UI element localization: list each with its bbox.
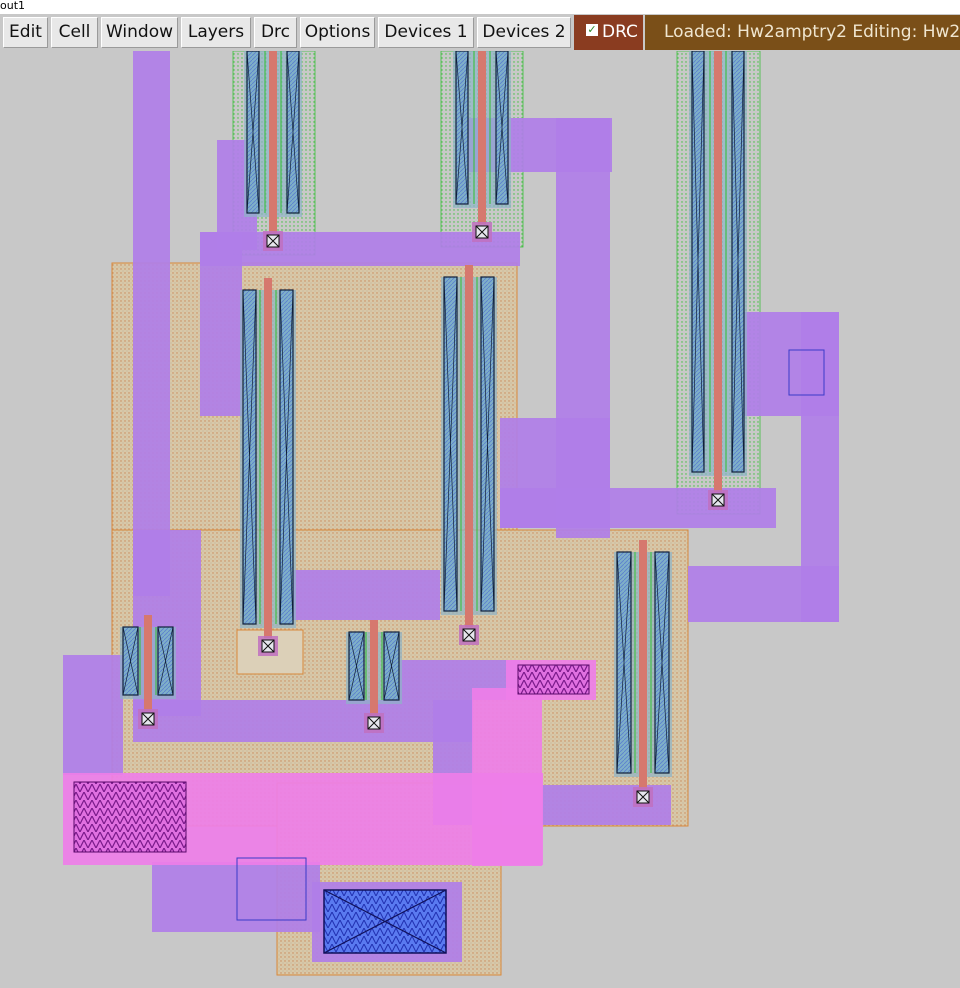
menu-devices2-button[interactable]: Devices 2 xyxy=(477,17,571,48)
metal1-wire[interactable] xyxy=(63,655,123,775)
poly-gate[interactable] xyxy=(714,51,722,492)
window-title: out1 xyxy=(0,0,960,14)
metal1-wire[interactable] xyxy=(152,862,320,932)
poly-gate[interactable] xyxy=(465,265,473,627)
metal1-wire[interactable] xyxy=(688,566,839,622)
poly-gate[interactable] xyxy=(639,540,647,789)
metal1-wire[interactable] xyxy=(290,570,440,620)
menu-window-button[interactable]: Window xyxy=(101,17,178,48)
poly-gate[interactable] xyxy=(269,51,277,233)
toolbar: Edit Cell Window Layers Drc Options Devi… xyxy=(0,14,960,51)
menu-layers-button[interactable]: Layers xyxy=(181,17,251,48)
drc-toggle-label: DRC xyxy=(602,22,638,42)
poly-gate[interactable] xyxy=(478,51,486,224)
drc-toggle[interactable]: ✓ DRC xyxy=(574,15,643,50)
poly-gate[interactable] xyxy=(370,620,378,715)
metal1-wire[interactable] xyxy=(133,700,473,742)
menu-edit-button[interactable]: Edit xyxy=(3,17,48,48)
pad-large-left[interactable] xyxy=(73,781,187,853)
pad-small-right[interactable] xyxy=(517,664,590,695)
poly-gate[interactable] xyxy=(144,615,152,711)
metal2-wire[interactable] xyxy=(472,688,542,866)
metal1-wire[interactable] xyxy=(500,488,776,528)
layout-canvas[interactable] xyxy=(0,51,960,988)
menu-options-button[interactable]: Options xyxy=(300,17,375,48)
metal1-wire[interactable] xyxy=(133,51,170,596)
status-bar: Loaded: Hw2amptry2 Editing: Hw2amptry2 xyxy=(645,15,960,50)
poly-gate[interactable] xyxy=(264,278,272,638)
checkbox-icon[interactable]: ✓ xyxy=(586,24,598,36)
menu-cell-button[interactable]: Cell xyxy=(51,17,98,48)
metal1-wire[interactable] xyxy=(200,232,242,416)
menu-drc-button[interactable]: Drc xyxy=(254,17,297,48)
menu-devices1-button[interactable]: Devices 1 xyxy=(378,17,474,48)
